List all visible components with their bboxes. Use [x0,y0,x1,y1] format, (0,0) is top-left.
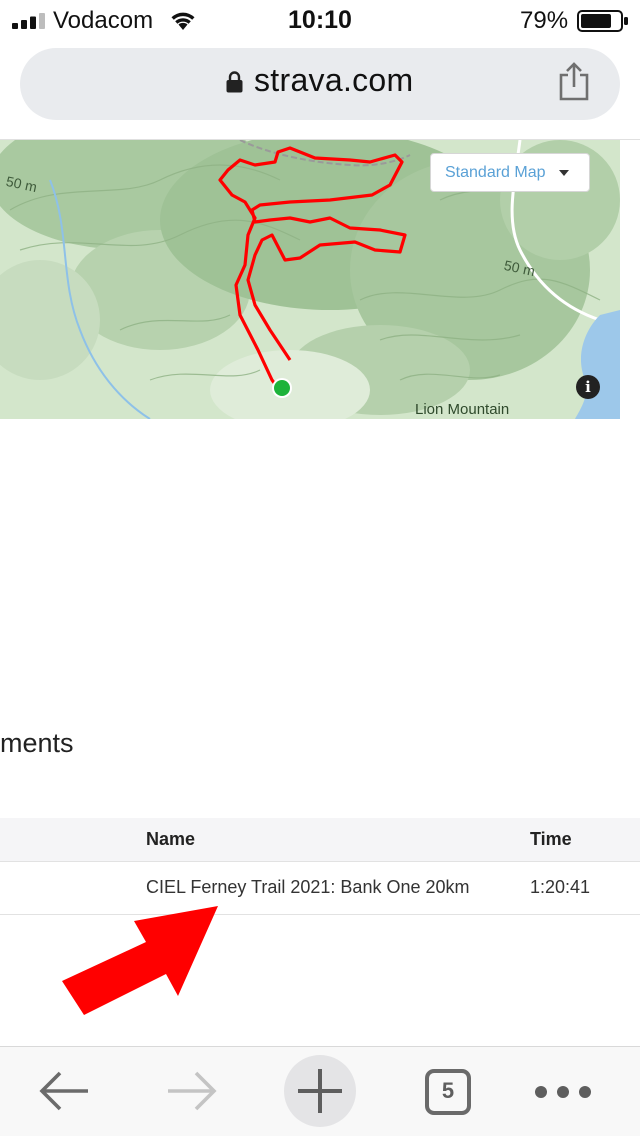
tabs-button[interactable]: 5 [425,1069,471,1115]
column-header-time[interactable]: Time [530,829,572,850]
segments-heading: ments [0,728,74,758]
segment-name-link[interactable]: CIEL Ferney Trail 2021: Bank One 20km [146,877,470,898]
more-icon[interactable] [533,1082,593,1102]
place-label: Lion Mountain [415,401,510,418]
segment-time: 1:20:41 [530,877,591,897]
info-icon[interactable]: i [576,375,600,399]
map-type-dropdown[interactable]: Standard Map [430,153,590,192]
battery-icon [577,10,628,32]
forward-arrow-icon[interactable] [164,1066,220,1116]
url-text[interactable]: strava.com [254,62,413,99]
new-tab-button[interactable] [284,1055,356,1127]
tab-count: 5 [441,1078,455,1103]
segments-table-header: Name Time [0,818,640,862]
back-arrow-icon[interactable] [36,1066,92,1116]
red-arrow-annotation [62,906,218,1015]
status-bar: Vodacom 10:10 79% [0,0,640,42]
battery-percentage: 79% [520,7,569,34]
column-header-name[interactable]: Name [146,829,195,850]
share-icon[interactable] [557,61,591,101]
lock-icon [226,71,243,93]
map-type-label: Standard Map [445,164,546,181]
chevron-down-icon [559,170,569,176]
plus-icon [298,1069,342,1113]
